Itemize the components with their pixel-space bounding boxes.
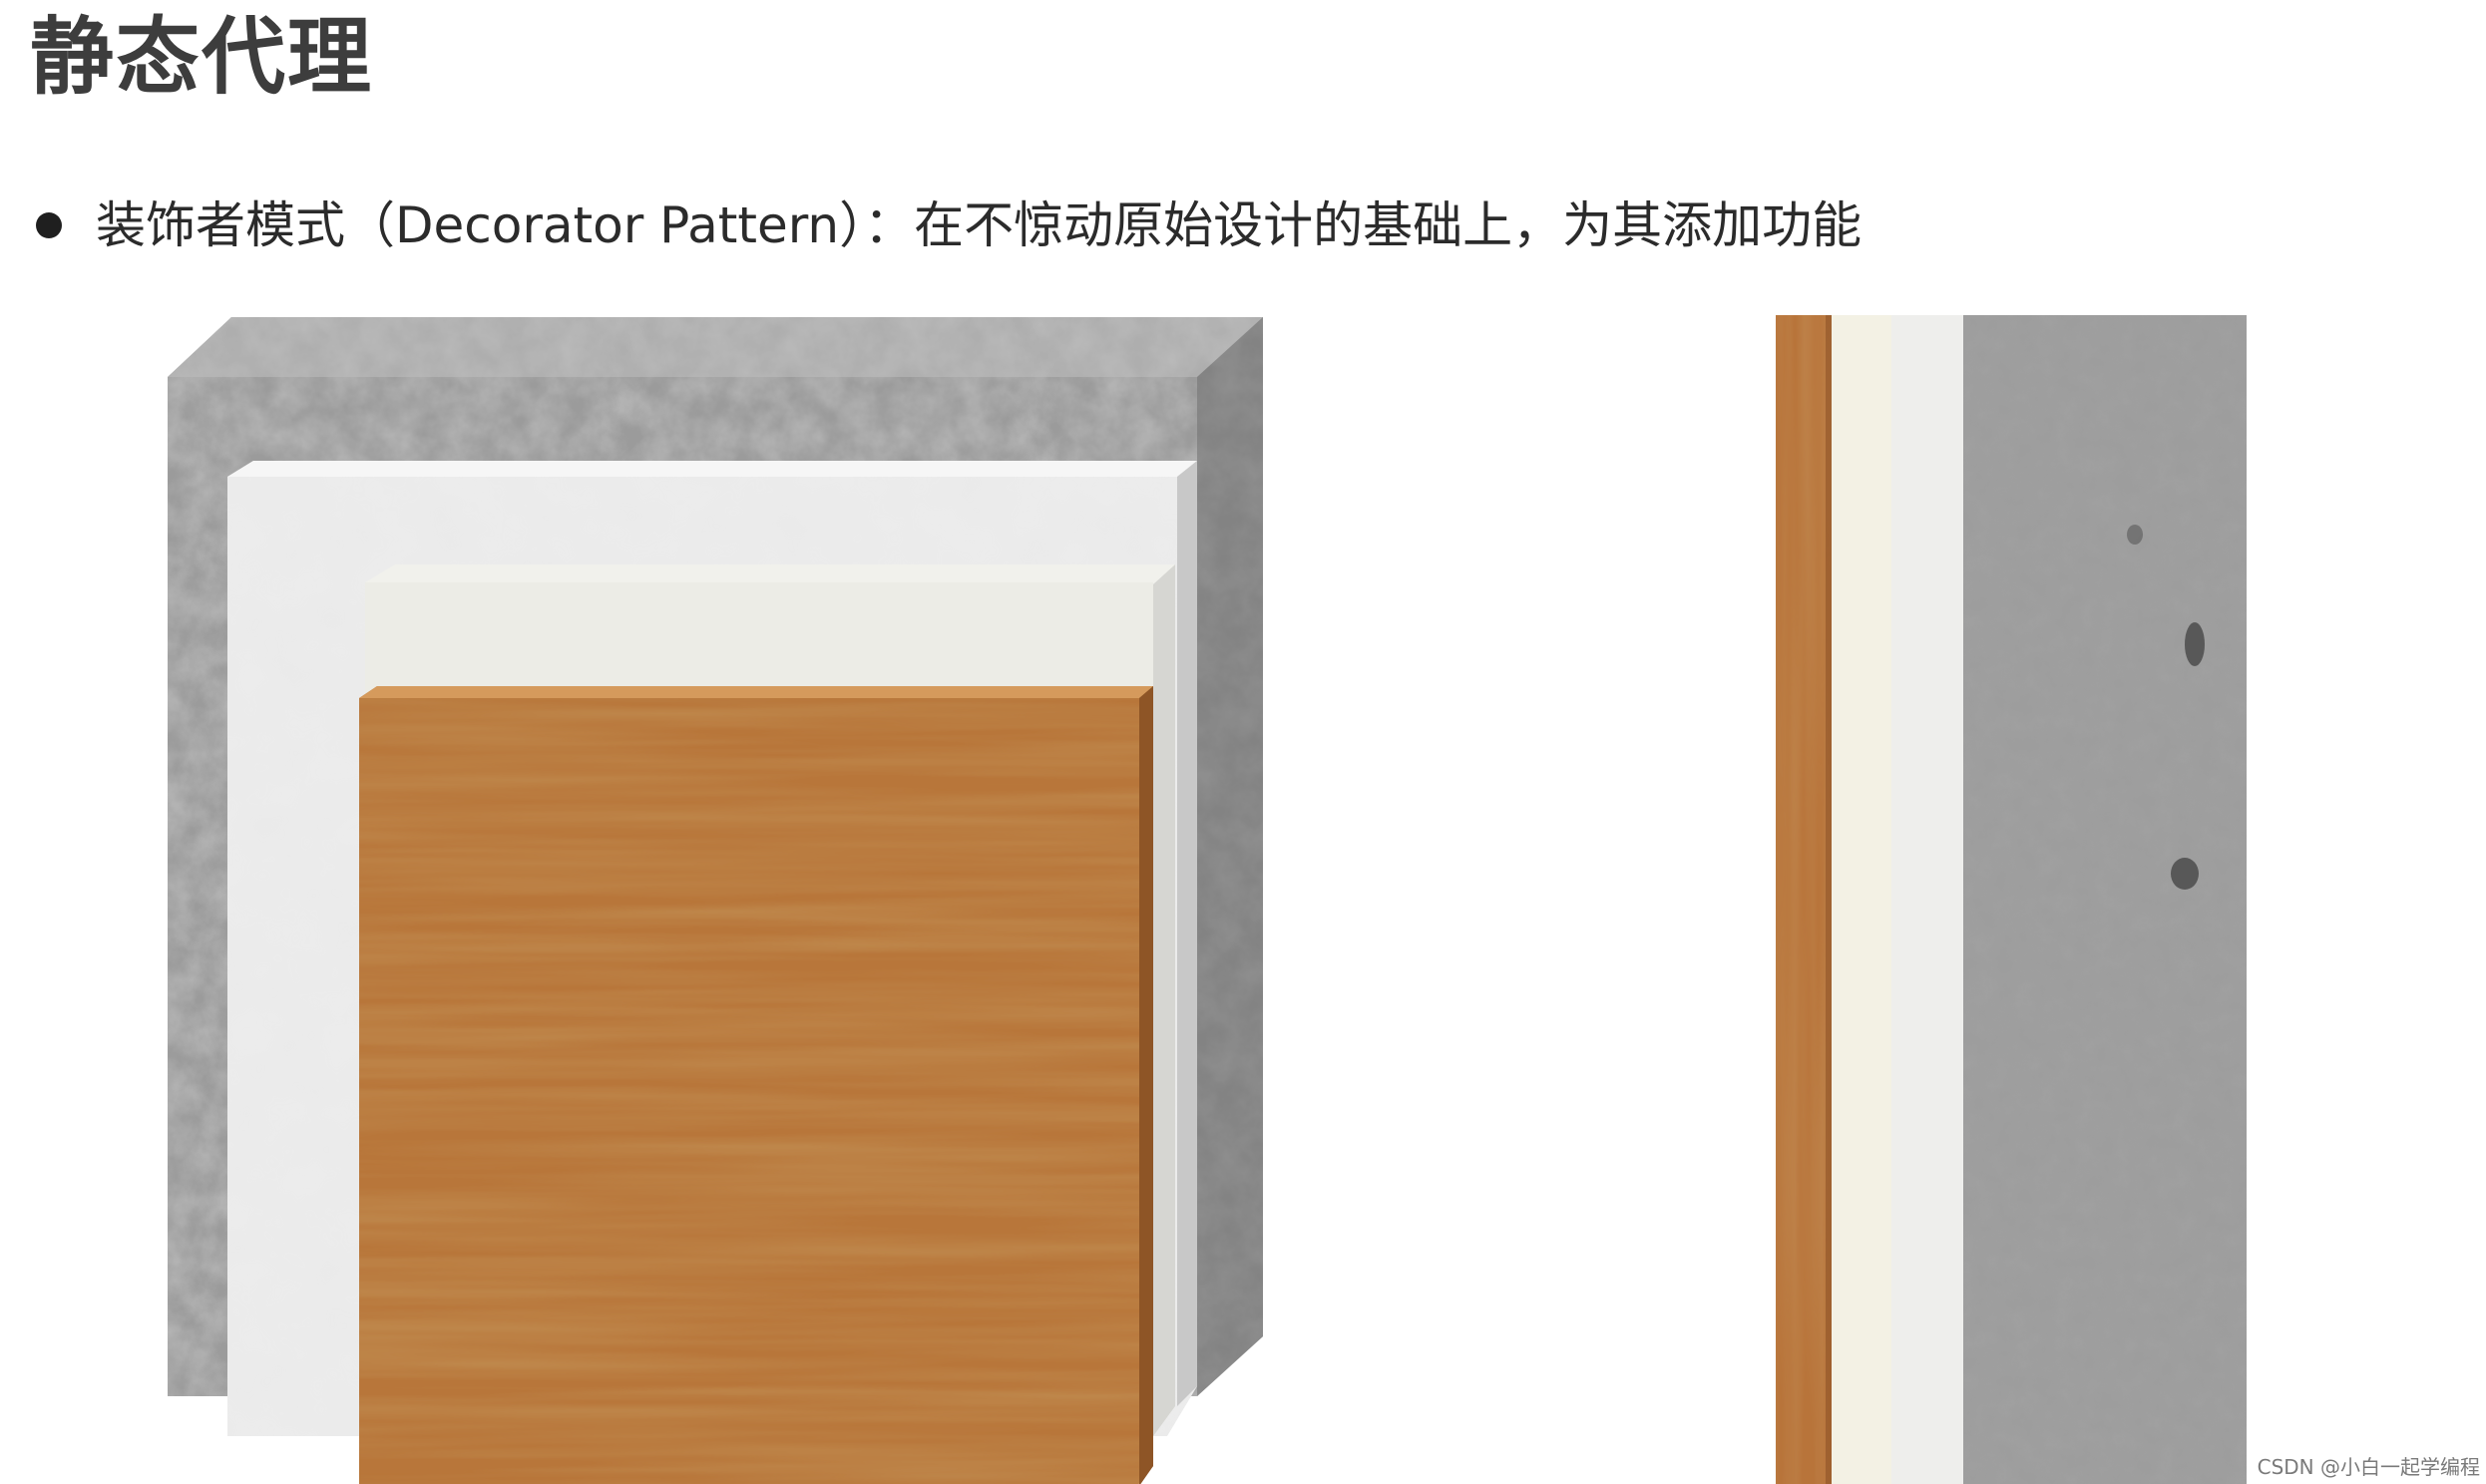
- wall-cross-section-icon: [1776, 315, 2247, 1484]
- bullet-dot-icon: [36, 212, 62, 238]
- section-putty-layer: [1891, 315, 1963, 1484]
- bullet-text: 装饰者模式（Decorator Pattern）：在不惊动原始设计的基础上，为其…: [96, 196, 1863, 254]
- section-wood-layer: [1776, 315, 1832, 1484]
- section-paint-layer: [1832, 315, 1891, 1484]
- wood-layer: [359, 686, 1153, 1484]
- bullet-item: 装饰者模式（Decorator Pattern）：在不惊动原始设计的基础上，为其…: [36, 186, 1862, 265]
- section-concrete-layer: [1963, 315, 2247, 1484]
- layered-wall-3d-icon: [168, 317, 1263, 1484]
- watermark-text: CSDN @小白一起学编程: [2257, 1455, 2480, 1479]
- slide-title: 静态代理: [30, 8, 374, 106]
- slide: 静态代理 装饰者模式（Decorator Pattern）：在不惊动原始设计的基…: [0, 0, 2486, 1484]
